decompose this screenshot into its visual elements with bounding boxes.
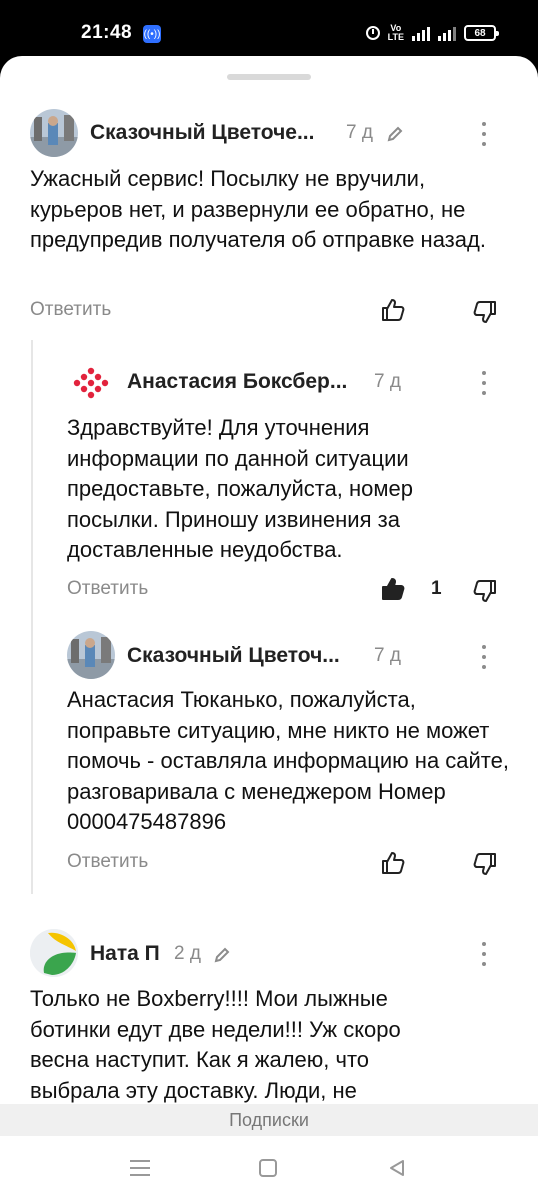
avatar[interactable] [30,109,78,157]
volte-icon: Vo LTE [387,23,404,42]
signal-icon [412,25,430,41]
dislike-icon[interactable] [472,851,498,877]
like-icon[interactable] [380,850,406,876]
cast-icon: ((•)) [143,25,161,43]
reply-button[interactable]: Ответить [67,578,148,600]
signal-icon-2 [438,25,456,41]
comment-author[interactable]: Ната П [90,942,160,966]
like-count: 1 [431,578,442,599]
alarm-icon [365,26,380,40]
dislike-icon[interactable] [472,299,498,325]
reply-button[interactable]: Ответить [30,299,111,321]
status-icons: Vo LTE 68 [365,23,499,42]
comment-author[interactable]: Анастасия Боксбер... [127,370,347,394]
sheet-drag-handle[interactable] [227,74,311,80]
thread-line [31,340,33,894]
status-bar: 21:48 ((•)) Vo LTE 68 [0,0,538,64]
more-options-icon[interactable] [474,122,494,146]
comment-text: Анастасия Тюканько, пожалуйста, поправьт… [67,687,509,834]
comment-text: Здравствуйте! Для уточнения информации п… [67,415,414,562]
menu-icon[interactable] [130,1160,150,1176]
more-options-icon[interactable] [474,645,494,669]
subscriptions-tab[interactable]: Подписки [0,1104,538,1136]
comments-sheet[interactable]: Сказочный Цветоче... 7 д Ужасный сервис!… [0,56,538,1200]
battery-icon: 68 [464,25,499,41]
more-options-icon[interactable] [474,942,494,966]
reply-button[interactable]: Ответить [67,851,148,873]
avatar[interactable] [30,929,78,977]
comment-author[interactable]: Сказочный Цветоче... [90,121,314,145]
edited-pencil-icon [214,947,230,963]
comment-text: Только не Boxberry!!!! Мои лыжные ботинк… [30,986,401,1103]
boxberry-avatar[interactable] [67,359,115,407]
comment-date: 2 д [174,943,201,964]
avatar[interactable] [67,631,115,679]
comment-date: 7 д [346,122,373,143]
comment-text: Ужасный сервис! Посылку не вручили, курь… [30,166,486,252]
dislike-icon[interactable] [472,578,498,604]
edited-pencil-icon [387,126,403,142]
comment-date: 7 д [374,371,401,392]
status-time: 21:48 [81,22,133,43]
comment-date: 7 д [374,645,401,666]
like-icon[interactable] [380,297,406,323]
comment-author[interactable]: Сказочный Цветоч... [127,644,340,668]
like-icon-filled[interactable] [380,576,406,602]
system-navbar [0,1136,538,1200]
home-icon[interactable] [259,1159,277,1177]
more-options-icon[interactable] [474,371,494,395]
subscriptions-label: Подписки [229,1109,309,1130]
back-icon[interactable] [387,1158,407,1178]
